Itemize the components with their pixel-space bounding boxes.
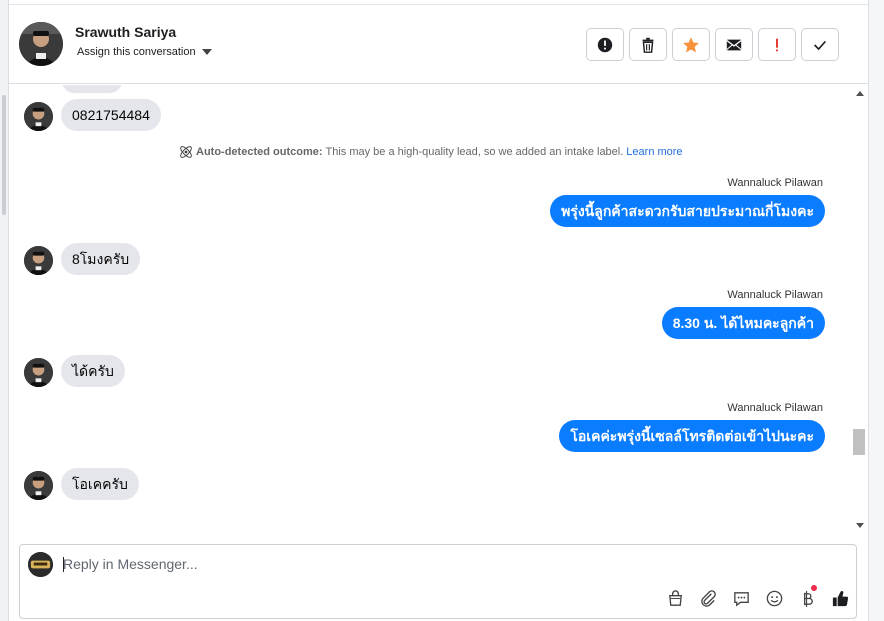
composer-tools (663, 585, 852, 610)
alert-circle-icon (597, 37, 613, 52)
paperclip-icon (700, 589, 716, 607)
thumbs-up-icon (832, 590, 848, 606)
left-scroll-rail (0, 0, 9, 621)
atom-icon (180, 146, 192, 158)
thread-scrollbar[interactable] (852, 85, 868, 532)
attach-button[interactable] (696, 586, 720, 610)
contact-avatar-small (24, 471, 53, 500)
sender-name: Wannaluck Pilawan (727, 177, 823, 189)
checkmark-icon (814, 40, 827, 50)
exclamation-icon (776, 38, 778, 51)
saved-reply-icon (733, 591, 749, 606)
learn-more-link[interactable]: Learn more (626, 146, 682, 158)
contact-avatar[interactable] (19, 22, 63, 66)
sender-name: Wannaluck Pilawan (727, 289, 823, 301)
page-avatar (28, 552, 53, 577)
payment-button[interactable] (795, 585, 819, 610)
conversation-header: Srawuth Sariya Assign this conversation (9, 5, 868, 84)
reply-composer (19, 544, 857, 619)
mark-done-button[interactable] (801, 28, 839, 61)
message-thread: 0821754484 Auto-detected outcome: This m… (9, 85, 852, 532)
notification-dot (811, 585, 817, 591)
incoming-message[interactable]: 8โมงครับ (61, 243, 141, 275)
assign-label: Assign this conversation (77, 46, 196, 58)
sender-name: Wannaluck Pilawan (727, 402, 823, 414)
follow-up-button[interactable] (758, 28, 796, 61)
previous-message-bubble (62, 85, 122, 93)
contact-avatar-small (24, 246, 53, 275)
outgoing-message[interactable]: โอเคค่ะพรุ่งนี้เซลล์โทรติดต่อเข้าไปนะคะ (559, 420, 825, 452)
text-cursor (63, 557, 64, 572)
contact-avatar-small (24, 102, 53, 131)
shopping-bag-icon (668, 589, 682, 606)
outcome-label: Auto-detected outcome: (196, 146, 323, 158)
spam-button[interactable] (586, 28, 624, 61)
scroll-up-arrow-icon[interactable] (856, 91, 864, 96)
left-scroll-thumb[interactable] (2, 95, 6, 215)
reply-input[interactable] (63, 554, 663, 574)
saved-replies-button[interactable] (729, 586, 753, 610)
outgoing-message[interactable]: 8.30 น. ได้ไหมคะลูกค้า (661, 307, 825, 339)
caret-down-icon (201, 49, 212, 55)
like-button[interactable] (828, 586, 852, 610)
scroll-thumb[interactable] (853, 429, 865, 455)
conversation-panel: Srawuth Sariya Assign this conversation (9, 4, 868, 621)
contact-name: Srawuth Sariya (75, 24, 177, 40)
star-button[interactable] (672, 28, 710, 61)
scroll-down-arrow-icon[interactable] (856, 523, 864, 528)
delete-button[interactable] (629, 28, 667, 61)
shopping-bag-button[interactable] (663, 586, 687, 610)
trash-icon (642, 37, 654, 53)
contact-avatar-small (24, 358, 53, 387)
emoji-icon (766, 590, 782, 606)
mark-unread-button[interactable] (715, 28, 753, 61)
assign-conversation-dropdown[interactable]: Assign this conversation (77, 46, 212, 58)
right-gutter (868, 0, 884, 621)
auto-detected-outcome: Auto-detected outcome: This may be a hig… (178, 144, 683, 160)
outcome-text: This may be a high-quality lead, so we a… (325, 146, 624, 158)
incoming-message[interactable]: 0821754484 (61, 99, 161, 131)
header-actions (586, 28, 839, 61)
incoming-message[interactable]: โอเคครับ (61, 468, 139, 500)
envelope-icon (726, 39, 742, 50)
incoming-message[interactable]: ได้ครับ (61, 355, 125, 387)
baht-payment-icon (803, 590, 813, 607)
emoji-button[interactable] (762, 586, 786, 610)
star-icon (683, 36, 699, 52)
outgoing-message[interactable]: พรุ่งนี้ลูกค้าสะดวกรับสายประมาณกี่โมงคะ (550, 195, 825, 227)
